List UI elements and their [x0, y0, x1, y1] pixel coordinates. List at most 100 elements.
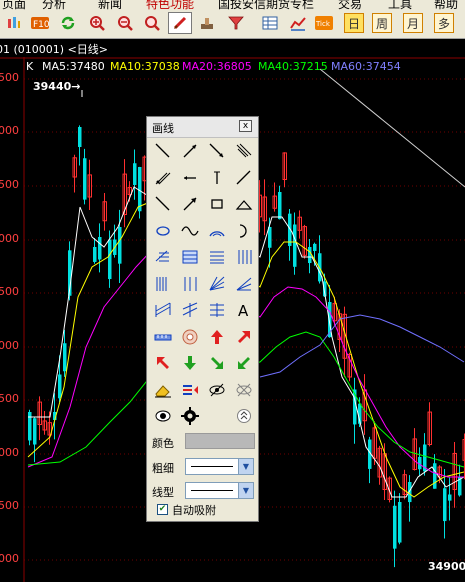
price-label: 000: [0, 446, 19, 459]
svg-text:F10: F10: [33, 20, 49, 30]
menu-futures-column[interactable]: 国投安信期货专栏: [218, 0, 314, 10]
drawing-tools-dialog[interactable]: 画线 x A 颜色 粗细 ▼ 线型 ▼ ✔ 自动吸附: [146, 116, 259, 522]
segment-icon[interactable]: [152, 193, 174, 215]
period-day-button[interactable]: 日: [344, 13, 364, 33]
candle-body: [118, 227, 122, 264]
period-week-button[interactable]: 周: [372, 13, 392, 33]
menu-features[interactable]: 特色功能: [146, 0, 194, 10]
collapse-icon[interactable]: [233, 405, 255, 427]
menu-help[interactable]: 帮助: [434, 0, 458, 10]
time-lines-icon[interactable]: [179, 273, 201, 295]
price-label: 500: [0, 499, 19, 512]
show-all-icon[interactable]: [233, 379, 255, 401]
zoom-out-icon[interactable]: [115, 13, 135, 33]
width-label: 粗细: [152, 462, 174, 475]
sine-wave-icon[interactable]: [179, 220, 201, 242]
ellipse-icon[interactable]: [152, 220, 174, 242]
color-picker[interactable]: [185, 433, 255, 449]
ma5-legend: MA5:37480: [42, 60, 105, 73]
table-icon[interactable]: [260, 13, 280, 33]
price-label: 500: [0, 71, 19, 84]
rectangle-icon[interactable]: [206, 193, 228, 215]
fibonacci-icon[interactable]: [152, 246, 174, 268]
fan-icon[interactable]: [233, 273, 255, 295]
trend-chart-icon[interactable]: [288, 13, 308, 33]
menu-news[interactable]: 新闻: [98, 0, 122, 10]
down-right-arrow-icon[interactable]: [206, 352, 228, 374]
price-label: 500: [0, 178, 19, 191]
horizontal-line-icon[interactable]: [179, 167, 201, 189]
error-channel-icon[interactable]: [206, 299, 228, 321]
regression-band-icon[interactable]: [152, 299, 174, 321]
candle-body: [398, 502, 402, 543]
arrow-line-icon[interactable]: [233, 167, 255, 189]
up-right-arrow-icon[interactable]: [233, 326, 255, 348]
half-circle-icon[interactable]: [233, 220, 255, 242]
chevron-down-icon[interactable]: ▼: [238, 459, 253, 474]
menu-analysis[interactable]: 分析: [42, 0, 66, 10]
auto-snap-checkbox[interactable]: ✔: [157, 504, 168, 515]
price-scale-icon[interactable]: [179, 326, 201, 348]
price-label: 500: [0, 285, 19, 298]
parallel-channel-icon[interactable]: [152, 167, 174, 189]
regression-line-icon[interactable]: [179, 299, 201, 321]
menu-page[interactable]: 页面: [2, 0, 26, 10]
period-multi-button[interactable]: 多: [434, 13, 454, 33]
ma10-legend: MA10:37038: [110, 60, 180, 73]
toolbar: F10 Tick 日 周 月 多: [0, 10, 465, 39]
zoom-fit-icon[interactable]: [142, 13, 162, 33]
arc-icon[interactable]: [206, 220, 228, 242]
trend-line-drawn[interactable]: [319, 68, 465, 188]
price-label: 000: [0, 339, 19, 352]
text-icon[interactable]: A: [233, 299, 255, 321]
draw-line-icon[interactable]: [168, 12, 192, 34]
up-right-green-arrow-icon[interactable]: [233, 352, 255, 374]
ray-icon[interactable]: [179, 140, 201, 162]
line-style-select[interactable]: ▼: [185, 482, 254, 499]
moving-average-line: [259, 314, 465, 378]
dialog-title-bar[interactable]: 画线 x: [147, 117, 258, 138]
svg-text:A: A: [238, 302, 249, 320]
line-icon[interactable]: [152, 140, 174, 162]
parallel-lines-icon[interactable]: [233, 140, 255, 162]
chevron-down-icon[interactable]: ▼: [238, 483, 253, 498]
percent-lines-icon[interactable]: [206, 246, 228, 268]
line-width-select[interactable]: ▼: [185, 458, 254, 475]
chart-icon[interactable]: [4, 13, 24, 33]
candle-body: [393, 505, 397, 549]
candle-body: [443, 488, 447, 522]
hide-icon[interactable]: [206, 379, 228, 401]
eye-icon[interactable]: [152, 405, 174, 427]
eraser-icon[interactable]: [152, 379, 174, 401]
line-arrow-icon[interactable]: [206, 140, 228, 162]
close-icon[interactable]: x: [239, 120, 252, 132]
cycle-lines-icon[interactable]: [233, 246, 255, 268]
price-label: 000: [0, 232, 19, 245]
ruler-icon[interactable]: [152, 326, 174, 348]
up-arrow-line-icon[interactable]: [179, 193, 201, 215]
stamp-icon[interactable]: [197, 13, 217, 33]
style-label: 线型: [152, 486, 174, 499]
menu-tools[interactable]: 工具: [388, 0, 412, 10]
color-label: 颜色: [152, 437, 174, 450]
tick-icon[interactable]: Tick: [314, 13, 334, 33]
filter-icon[interactable]: [226, 13, 246, 33]
menu-trade[interactable]: 交易: [338, 0, 362, 10]
ma40-legend: MA40:37215: [258, 60, 328, 73]
gann-fan-icon[interactable]: [206, 273, 228, 295]
candle-body: [58, 374, 62, 399]
period-month-button[interactable]: 月: [403, 13, 423, 33]
delete-icon[interactable]: [179, 379, 201, 401]
down-arrow-green-icon[interactable]: [179, 352, 201, 374]
vertical-line-icon[interactable]: [206, 167, 228, 189]
settings-icon[interactable]: [179, 405, 201, 427]
f10-icon[interactable]: F10: [30, 13, 50, 33]
up-arrow-red-icon[interactable]: [206, 326, 228, 348]
refresh-icon[interactable]: [58, 13, 78, 33]
gann-lines-icon[interactable]: [179, 246, 201, 268]
down-left-arrow-icon[interactable]: [152, 352, 174, 374]
triangle-icon[interactable]: [233, 193, 255, 215]
speed-lines-icon[interactable]: [152, 273, 174, 295]
zoom-in-icon[interactable]: [87, 13, 107, 33]
menu-bar: 页面 分析 新闻 特色功能 国投安信期货专栏 交易 工具 帮助: [0, 0, 465, 10]
